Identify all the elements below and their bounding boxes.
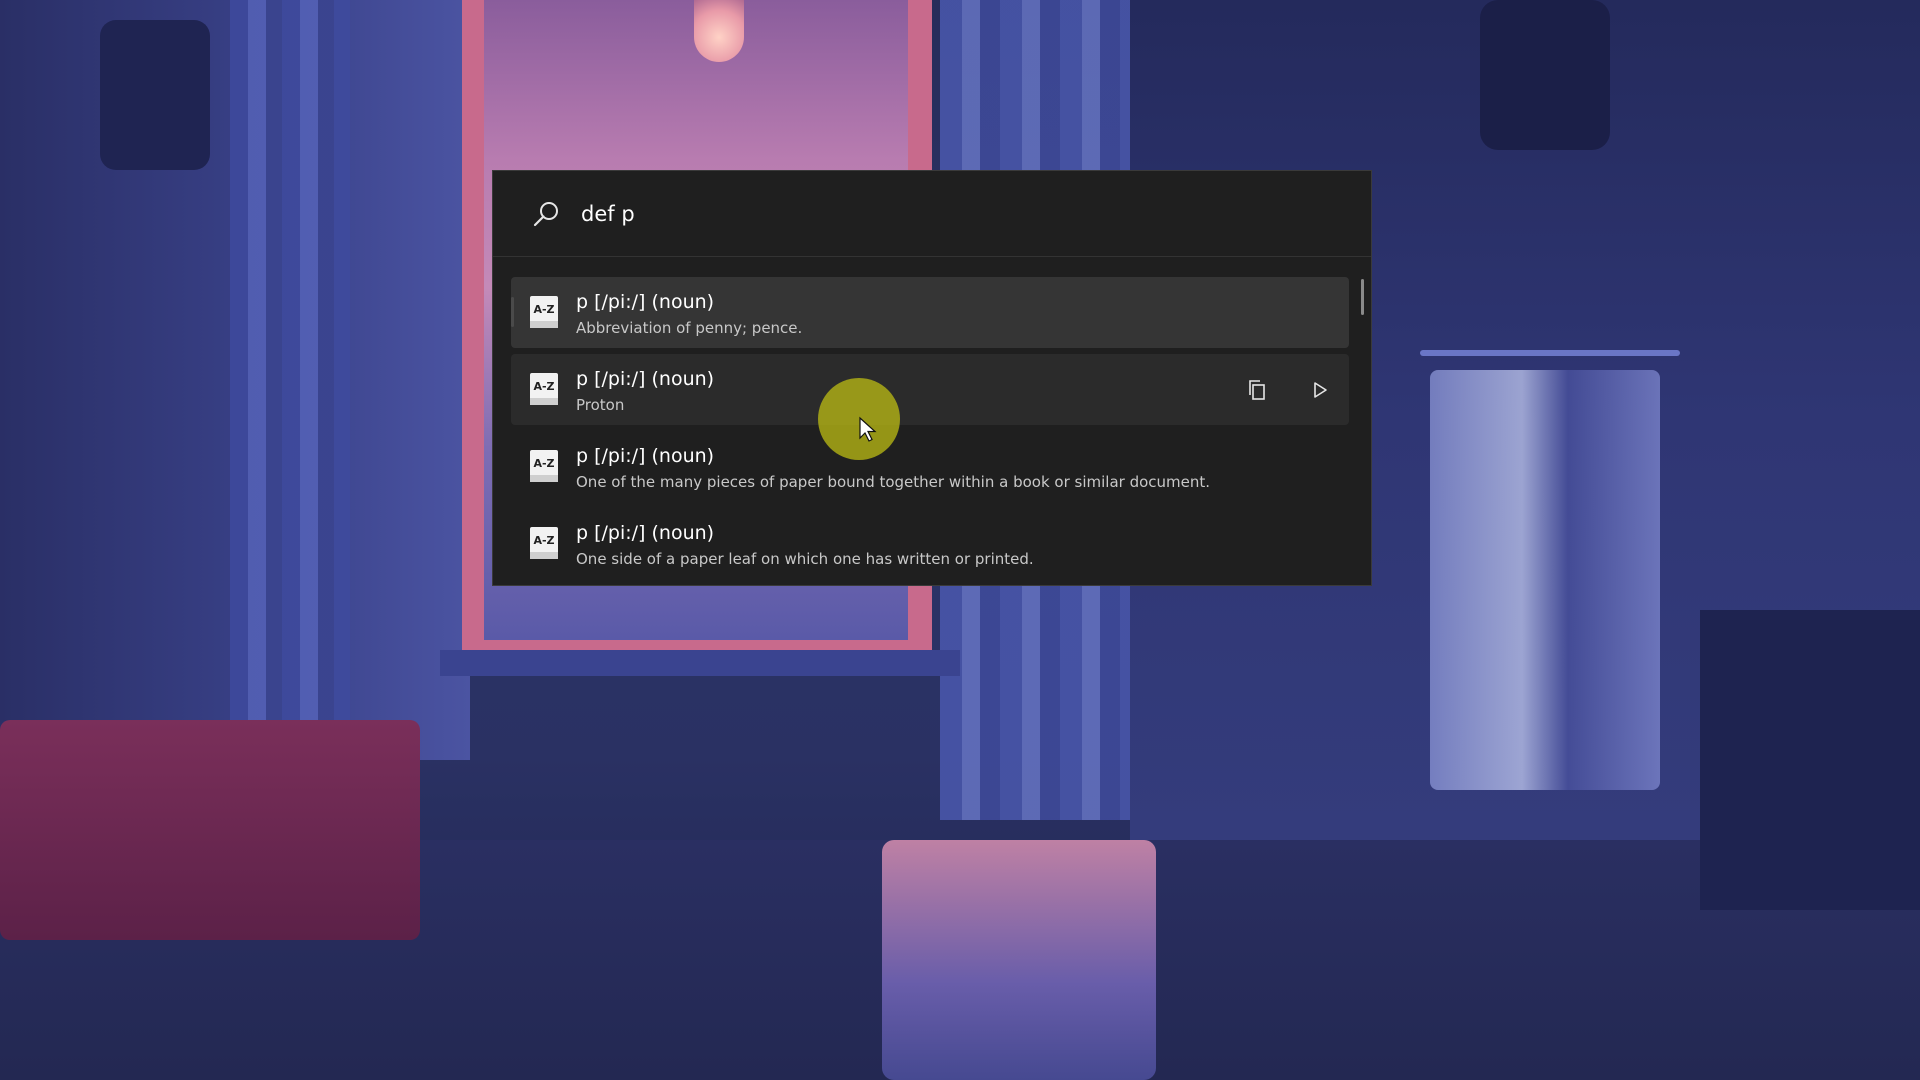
wallpaper-speaker-right bbox=[1480, 0, 1610, 150]
wallpaper-sofa bbox=[0, 720, 420, 940]
result-subtitle: Proton bbox=[576, 396, 625, 414]
search-input[interactable] bbox=[581, 193, 1341, 235]
result-subtitle: Abbreviation of penny; pence. bbox=[576, 319, 803, 337]
copy-button[interactable] bbox=[1241, 374, 1273, 406]
search-icon bbox=[531, 199, 561, 229]
wallpaper-clothes bbox=[1430, 370, 1660, 790]
wallpaper-speaker-left bbox=[100, 20, 210, 170]
wallpaper-cabinet bbox=[1700, 610, 1920, 910]
result-title: p [/pi:/] (noun) bbox=[576, 291, 715, 313]
launcher-window: A-Z p [/pi:/] (noun) Abbreviation of pen… bbox=[492, 170, 1372, 586]
wallpaper-clothes-rack bbox=[1420, 350, 1680, 356]
play-icon bbox=[1314, 382, 1327, 398]
dictionary-icon: A-Z bbox=[529, 295, 559, 329]
result-item[interactable]: A-Z p [/pi:/] (noun) Proton bbox=[511, 354, 1349, 425]
result-title: p [/pi:/] (noun) bbox=[576, 368, 715, 390]
result-item[interactable]: A-Z p [/pi:/] (noun) Abbreviation of pen… bbox=[511, 277, 1349, 348]
result-subtitle: One side of a paper leaf on which one ha… bbox=[576, 550, 1034, 568]
result-item[interactable]: A-Z p [/pi:/] (noun) One side of a paper… bbox=[511, 508, 1349, 579]
result-title: p [/pi:/] (noun) bbox=[576, 522, 715, 544]
copy-icon bbox=[1249, 380, 1265, 400]
result-title: p [/pi:/] (noun) bbox=[576, 445, 715, 467]
search-bar bbox=[493, 171, 1371, 257]
mouse-pointer-icon bbox=[859, 416, 877, 442]
result-item[interactable]: A-Z p [/pi:/] (noun) One of the many pie… bbox=[511, 431, 1349, 502]
run-button[interactable] bbox=[1304, 374, 1336, 406]
wallpaper-light-bulb bbox=[694, 0, 744, 62]
results-scrollbar[interactable] bbox=[1361, 279, 1364, 315]
svg-text:A-Z: A-Z bbox=[533, 380, 554, 393]
dictionary-icon: A-Z bbox=[529, 526, 559, 560]
dictionary-icon: A-Z bbox=[529, 449, 559, 483]
svg-text:A-Z: A-Z bbox=[533, 457, 554, 470]
svg-text:A-Z: A-Z bbox=[533, 303, 554, 316]
desktop-wallpaper: A-Z p [/pi:/] (noun) Abbreviation of pen… bbox=[0, 0, 1920, 1080]
dictionary-icon: A-Z bbox=[529, 372, 559, 406]
wallpaper-window-sill bbox=[440, 650, 960, 676]
result-subtitle: One of the many pieces of paper bound to… bbox=[576, 473, 1211, 491]
results-list: A-Z p [/pi:/] (noun) Abbreviation of pen… bbox=[511, 277, 1349, 585]
wallpaper-glass bbox=[882, 840, 1156, 1080]
svg-text:A-Z: A-Z bbox=[533, 534, 554, 547]
